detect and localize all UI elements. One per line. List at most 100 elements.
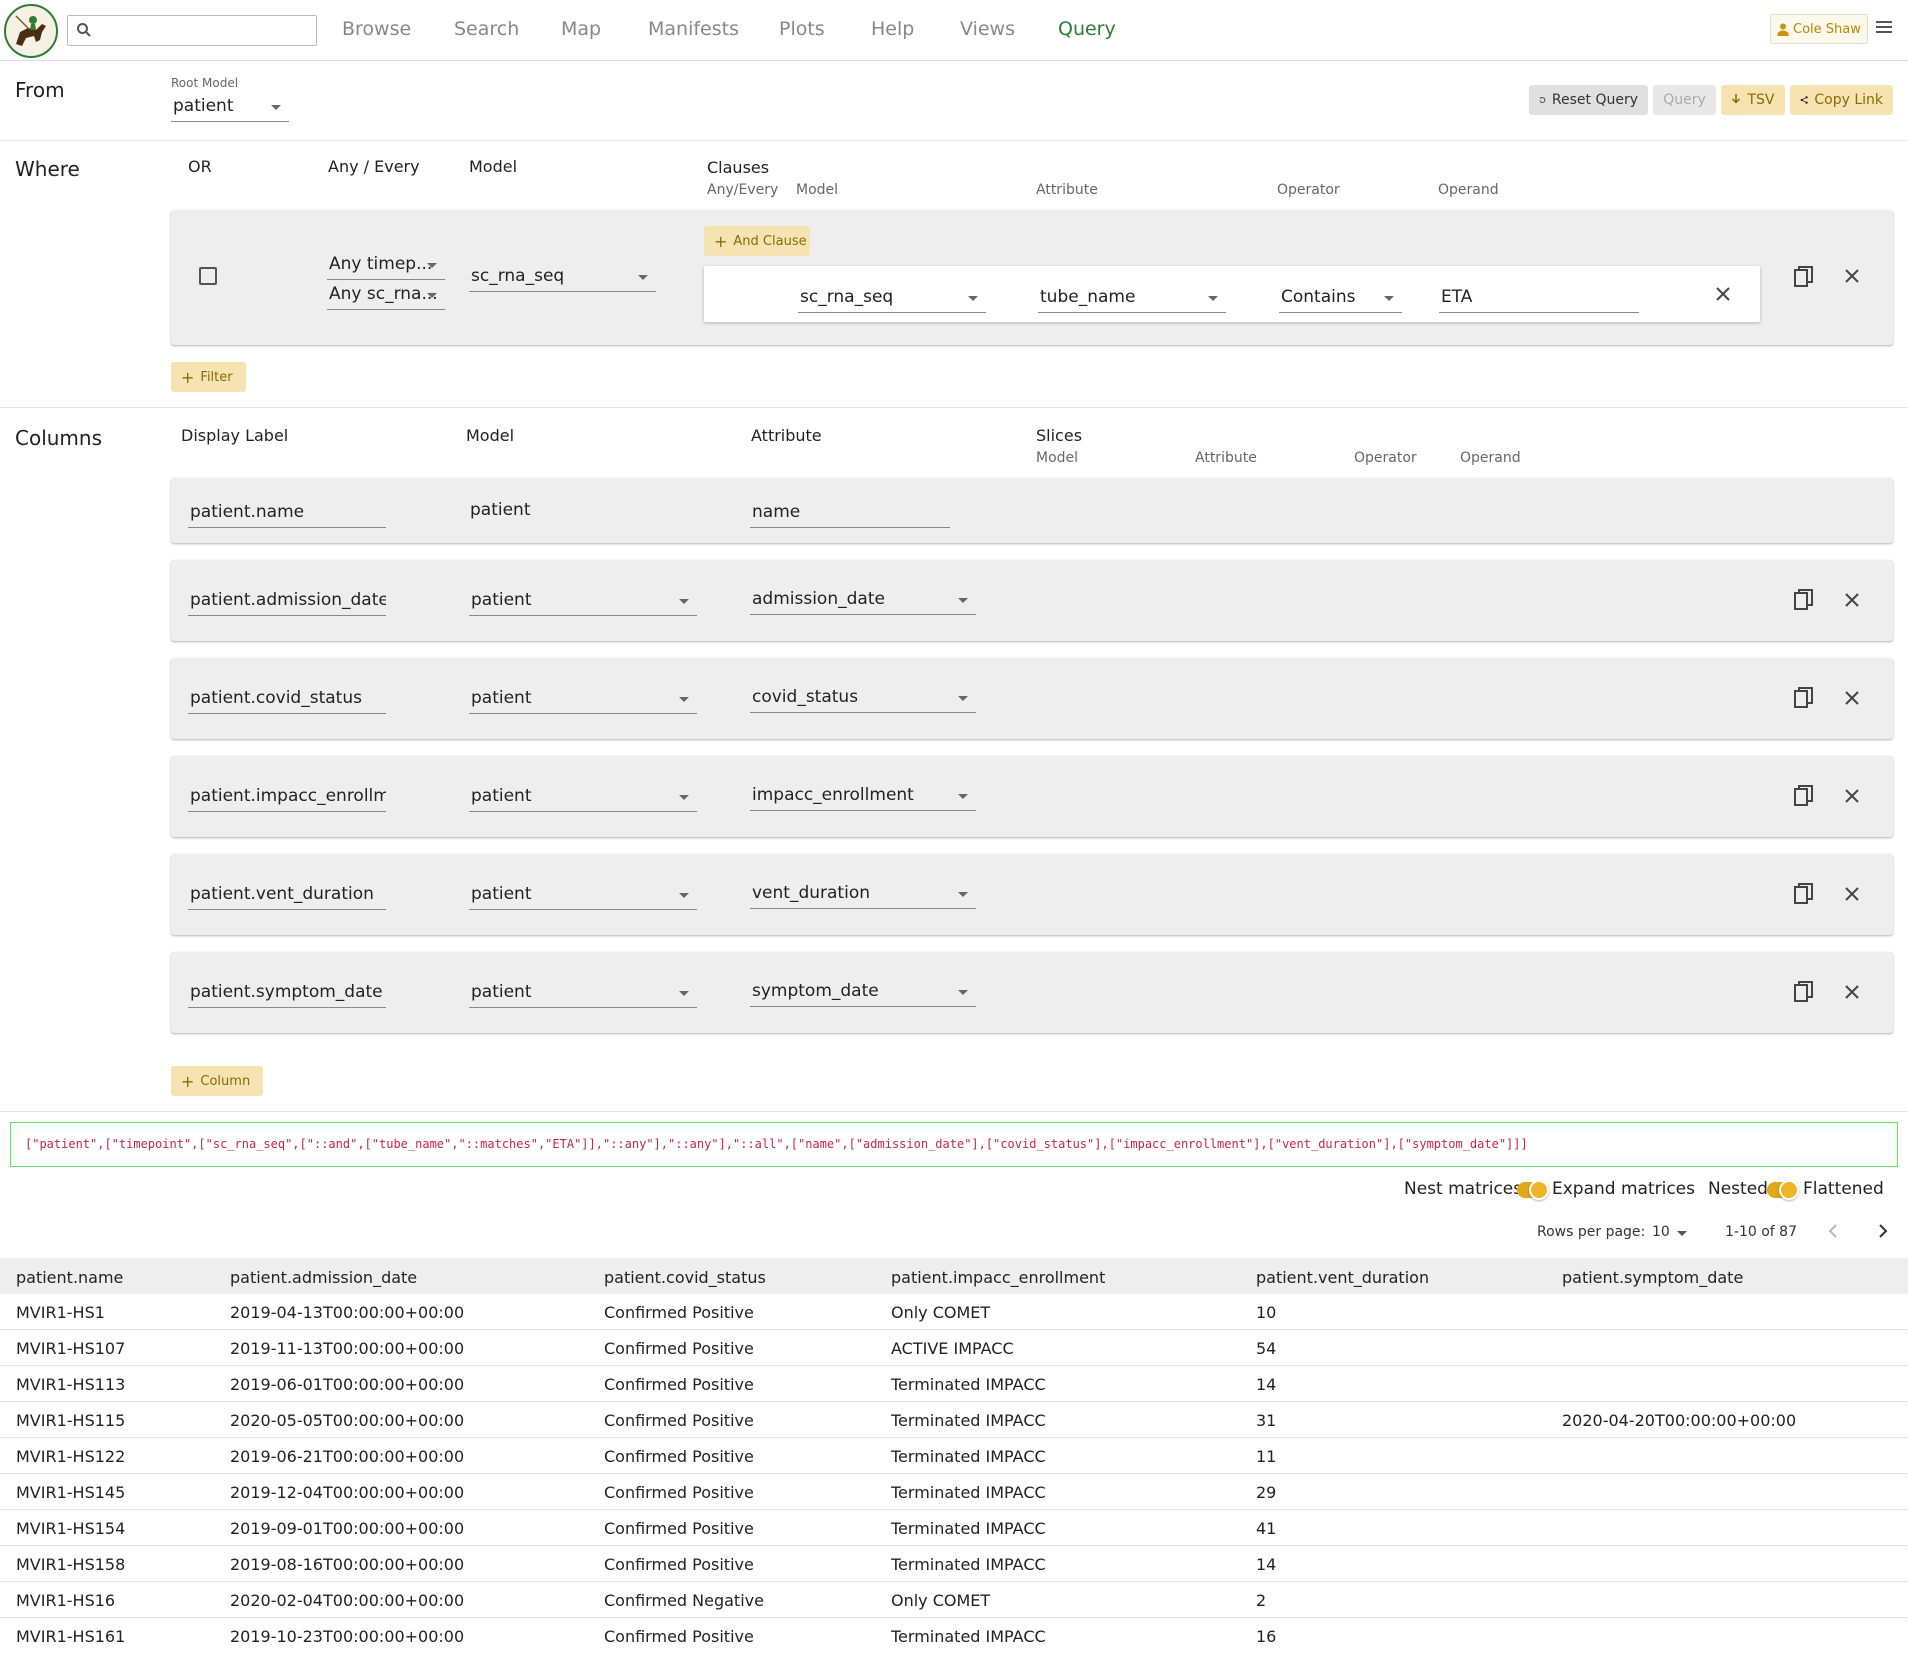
remove-column-close-icon[interactable] xyxy=(1845,789,1859,803)
clause-attribute-select[interactable]: tube_name xyxy=(1038,276,1226,313)
tsv-button[interactable]: TSV xyxy=(1721,85,1785,115)
any-every-select-sc-rna[interactable]: Any sc_rna... xyxy=(327,280,445,310)
table-header-cell[interactable]: patient.admission_date xyxy=(230,1268,417,1287)
nested-flattened-toggle[interactable] xyxy=(1767,1180,1799,1200)
global-search-box[interactable] xyxy=(67,15,317,46)
remove-column-close-icon[interactable] xyxy=(1845,593,1859,607)
any-every-select-timepoint[interactable]: Any timep... xyxy=(327,248,445,280)
root-model-select[interactable]: patient xyxy=(171,94,289,122)
clause-subheader-operator: Operator xyxy=(1277,182,1340,198)
table-header-cell[interactable]: patient.vent_duration xyxy=(1256,1268,1429,1287)
column-attribute-select[interactable]: admission_date xyxy=(750,578,976,615)
user-icon xyxy=(1777,23,1789,36)
clause-subheader-model: Model xyxy=(796,182,839,198)
column-model-select[interactable]: patient xyxy=(469,970,697,1008)
table-cell: Confirmed Positive xyxy=(604,1375,754,1394)
or-checkbox[interactable] xyxy=(199,267,217,285)
nav-map[interactable]: Map xyxy=(561,18,601,40)
column-attribute-select[interactable]: impacc_enrollment xyxy=(750,774,976,811)
chevron-down-icon xyxy=(1384,296,1394,301)
chevron-right-icon[interactable] xyxy=(1878,1224,1888,1238)
add-column-button[interactable]: + Column xyxy=(171,1066,263,1096)
root-model-value: patient xyxy=(173,96,234,116)
copy-filter-icon[interactable] xyxy=(1794,266,1814,288)
column-model-select[interactable]: patient xyxy=(469,872,697,910)
table-row: MVIR1-HS16 2020-02-04T00:00:00+00:00 Con… xyxy=(0,1582,1908,1618)
table-header-cell[interactable]: patient.impacc_enrollment xyxy=(891,1268,1105,1287)
column-attribute-select[interactable]: symptom_date xyxy=(750,970,976,1007)
top-navigation-bar: Browse Search Map Manifests Plots Help V… xyxy=(0,0,1908,61)
where-header-or: OR xyxy=(188,157,212,176)
column-display-label-input[interactable]: patient.symptom_date xyxy=(188,970,386,1008)
clause-operand-input[interactable]: ETA xyxy=(1439,276,1639,313)
column-attribute-select[interactable]: vent_duration xyxy=(750,872,976,909)
nav-help[interactable]: Help xyxy=(871,18,914,40)
add-filter-button[interactable]: + Filter xyxy=(171,362,246,392)
nav-query[interactable]: Query xyxy=(1058,18,1116,40)
reset-query-button[interactable]: Reset Query xyxy=(1529,85,1648,115)
table-row: MVIR1-HS115 2020-05-05T00:00:00+00:00 Co… xyxy=(0,1402,1908,1438)
nav-views[interactable]: Views xyxy=(960,18,1015,40)
column-attribute-value: symptom_date xyxy=(752,981,879,1001)
global-search-input[interactable] xyxy=(98,18,308,43)
nest-matrices-label: Nest matrices xyxy=(1404,1179,1523,1199)
clause-operator-select[interactable]: Contains xyxy=(1279,276,1402,313)
remove-filter-close-icon[interactable] xyxy=(1845,269,1859,283)
table-row: MVIR1-HS122 2019-06-21T00:00:00+00:00 Co… xyxy=(0,1438,1908,1474)
nav-search[interactable]: Search xyxy=(454,18,519,40)
column-display-label-input[interactable]: patient.name xyxy=(188,492,386,528)
table-cell: 16 xyxy=(1256,1627,1277,1646)
app-logo[interactable] xyxy=(4,4,58,58)
column-model-select[interactable]: patient xyxy=(469,676,697,714)
remove-clause-close-icon[interactable] xyxy=(1716,287,1730,301)
query-string-text[interactable]: ["patient",["timepoint",["sc_rna_seq",["… xyxy=(21,1131,1887,1158)
table-header-cell[interactable]: patient.symptom_date xyxy=(1562,1268,1743,1287)
table-header-cell[interactable]: patient.covid_status xyxy=(604,1268,766,1287)
copy-column-icon[interactable] xyxy=(1794,589,1814,611)
table-row: MVIR1-HS113 2019-06-01T00:00:00+00:00 Co… xyxy=(0,1366,1908,1402)
column-display-label-input[interactable]: patient.admission_date xyxy=(188,578,386,616)
chevron-down-icon xyxy=(679,795,689,800)
from-section-title: From xyxy=(15,78,65,102)
nav-manifests[interactable]: Manifests xyxy=(648,18,739,40)
any-every-value: Any timep... xyxy=(329,254,433,274)
column-model-value: patient xyxy=(471,590,532,610)
remove-column-close-icon[interactable] xyxy=(1845,691,1859,705)
rows-per-page-select[interactable]: 10 xyxy=(1652,1220,1692,1244)
copy-column-icon[interactable] xyxy=(1794,883,1814,905)
query-string-box[interactable]: ["patient",["timepoint",["sc_rna_seq",["… xyxy=(10,1122,1898,1167)
table-cell: MVIR1-HS161 xyxy=(16,1627,126,1646)
filter-model-select[interactable]: sc_rna_seq xyxy=(469,258,656,292)
matrix-nesting-toggle[interactable] xyxy=(1517,1180,1549,1200)
and-clause-button[interactable]: + And Clause xyxy=(704,226,810,256)
copy-column-icon[interactable] xyxy=(1794,785,1814,807)
clause-model-select[interactable]: sc_rna_seq xyxy=(798,276,986,313)
nav-browse[interactable]: Browse xyxy=(342,18,411,40)
toggle-knob xyxy=(1529,1180,1549,1200)
results-table-header: patient.name patient.admission_date pati… xyxy=(0,1258,1908,1294)
copy-column-icon[interactable] xyxy=(1794,687,1814,709)
remove-column-close-icon[interactable] xyxy=(1845,887,1859,901)
copy-link-button[interactable]: Copy Link xyxy=(1790,85,1893,115)
nav-plots[interactable]: Plots xyxy=(779,18,825,40)
slice-subheader-model: Model xyxy=(1036,450,1079,466)
column-model-select[interactable]: patient xyxy=(469,774,697,812)
column-display-label-input[interactable]: patient.vent_duration xyxy=(188,872,386,910)
copy-column-icon[interactable] xyxy=(1794,981,1814,1003)
remove-column-close-icon[interactable] xyxy=(1845,985,1859,999)
column-model-select[interactable]: patient xyxy=(469,578,697,616)
plus-icon: + xyxy=(181,367,195,387)
table-cell: 2 xyxy=(1256,1591,1267,1610)
column-display-label-input[interactable]: patient.covid_status xyxy=(188,676,386,714)
hamburger-menu-icon[interactable] xyxy=(1876,20,1892,34)
chevron-left-icon[interactable] xyxy=(1828,1224,1838,1238)
run-query-button[interactable]: Query xyxy=(1653,85,1716,115)
table-header-cell[interactable]: patient.name xyxy=(16,1268,123,1287)
page-range: 1-10 of 87 xyxy=(1725,1224,1797,1240)
slice-subheader-attribute: Attribute xyxy=(1195,450,1257,466)
user-button[interactable]: Cole Shaw xyxy=(1770,14,1868,44)
table-cell: 2019-06-01T00:00:00+00:00 xyxy=(230,1375,465,1394)
column-attribute-select[interactable]: covid_status xyxy=(750,676,976,713)
column-display-label-input[interactable]: patient.impacc_enrollment xyxy=(188,774,386,812)
column-model-value: patient xyxy=(471,786,532,806)
